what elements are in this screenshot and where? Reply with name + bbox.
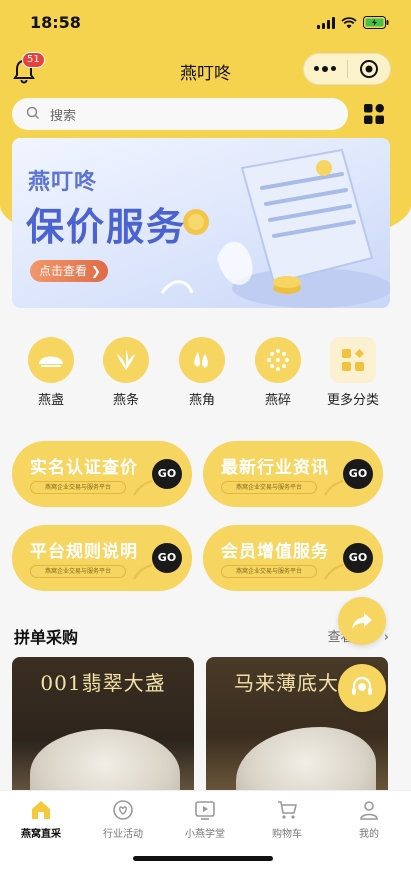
cart-icon bbox=[246, 799, 328, 821]
status-bar: 18:58 bbox=[0, 0, 411, 44]
battery-icon bbox=[363, 16, 389, 29]
tab-label: 购物车 bbox=[272, 829, 302, 840]
product-image bbox=[30, 729, 180, 797]
service-subtitle: 燕窝企业交易与服务平台 bbox=[221, 565, 317, 578]
go-button[interactable]: GO bbox=[343, 543, 373, 573]
profile-icon bbox=[328, 799, 410, 821]
service-card-news[interactable]: 最新行业资讯 燕窝企业交易与服务平台 GO bbox=[203, 441, 383, 507]
more-categories-icon bbox=[330, 337, 376, 383]
promo-banner[interactable]: 燕叮咚 保价服务 点击查看 ❯ bbox=[12, 138, 390, 308]
banner-headline: 保价服务 bbox=[26, 205, 187, 249]
tab-profile[interactable]: 我的 bbox=[328, 799, 410, 840]
product-name: 001翡翠大盏 bbox=[40, 671, 166, 695]
share-button[interactable] bbox=[338, 597, 386, 645]
headset-icon bbox=[352, 676, 372, 695]
category-label: 燕盏 bbox=[37, 393, 64, 408]
service-title: 会员增值服务 bbox=[221, 542, 329, 562]
category-more[interactable]: 更多分类 bbox=[315, 337, 391, 408]
tab-home[interactable]: 燕窝直采 bbox=[0, 799, 82, 840]
product-image bbox=[236, 727, 376, 797]
category-label: 燕碎 bbox=[264, 393, 291, 408]
wifi-icon bbox=[341, 16, 357, 29]
share-icon bbox=[352, 613, 372, 629]
category-horn[interactable]: 燕角 bbox=[164, 337, 240, 408]
miniprogram-capsule bbox=[303, 53, 391, 85]
service-subtitle: 燕窝企业交易与服务平台 bbox=[221, 481, 317, 494]
go-button[interactable]: GO bbox=[152, 543, 182, 573]
nav-bar: 51 燕叮咚 bbox=[0, 50, 411, 90]
tab-academy[interactable]: 小燕学堂 bbox=[164, 799, 246, 840]
tab-cart[interactable]: 购物车 bbox=[246, 799, 328, 840]
go-button[interactable]: GO bbox=[152, 459, 182, 489]
close-miniprogram-icon[interactable] bbox=[347, 59, 390, 79]
category-label: 燕角 bbox=[188, 393, 215, 408]
wheat-decoration-icon bbox=[133, 480, 153, 496]
strip-icon bbox=[103, 337, 149, 383]
video-icon bbox=[164, 799, 246, 821]
service-title: 实名认证查价 bbox=[30, 458, 138, 478]
service-card-membership[interactable]: 会员增值服务 燕窝企业交易与服务平台 GO bbox=[203, 525, 383, 591]
home-icon bbox=[0, 799, 82, 821]
wheat-decoration-icon bbox=[324, 564, 344, 580]
category-grid-icon[interactable] bbox=[364, 104, 384, 124]
banner-view-button[interactable]: 点击查看 ❯ bbox=[30, 260, 108, 282]
status-icons bbox=[317, 16, 389, 29]
customer-service-button[interactable] bbox=[338, 664, 386, 712]
wheat-decoration-icon bbox=[133, 564, 153, 580]
tab-label: 行业活动 bbox=[103, 829, 143, 840]
search-placeholder: 搜索 bbox=[50, 108, 77, 124]
category-row: 燕盏 燕条 燕角 燕碎 更多分类 bbox=[0, 337, 411, 417]
home-indicator bbox=[133, 856, 273, 861]
tab-activities[interactable]: 行业活动 bbox=[82, 799, 164, 840]
more-menu-icon[interactable] bbox=[304, 66, 347, 72]
wheat-decoration-icon bbox=[324, 480, 344, 496]
service-title: 平台规则说明 bbox=[30, 542, 138, 562]
section-title-group-buy: 拼单采购 bbox=[14, 628, 79, 647]
search-icon bbox=[26, 105, 40, 124]
status-time: 18:58 bbox=[30, 13, 81, 32]
fragment-icon bbox=[255, 337, 301, 383]
service-subtitle: 燕窝企业交易与服务平台 bbox=[30, 565, 126, 578]
category-nest[interactable]: 燕盏 bbox=[13, 337, 89, 408]
activity-icon bbox=[82, 799, 164, 821]
tab-label: 我的 bbox=[359, 829, 379, 840]
service-card-verify[interactable]: 实名认证查价 燕窝企业交易与服务平台 GO bbox=[12, 441, 192, 507]
go-button[interactable]: GO bbox=[343, 459, 373, 489]
banner-brand: 燕叮咚 bbox=[28, 170, 98, 195]
category-strip[interactable]: 燕条 bbox=[88, 337, 164, 408]
service-card-rules[interactable]: 平台规则说明 燕窝企业交易与服务平台 GO bbox=[12, 525, 192, 591]
service-subtitle: 燕窝企业交易与服务平台 bbox=[30, 481, 126, 494]
drop-icon bbox=[179, 337, 225, 383]
search-input[interactable]: 搜索 bbox=[12, 98, 348, 130]
category-label: 燕条 bbox=[112, 393, 139, 408]
tab-label: 小燕学堂 bbox=[185, 829, 225, 840]
product-card[interactable]: 001翡翠大盏 bbox=[12, 657, 194, 797]
signal-icon bbox=[317, 16, 335, 29]
category-label: 更多分类 bbox=[326, 393, 379, 408]
service-title: 最新行业资讯 bbox=[221, 458, 329, 478]
nest-icon bbox=[28, 337, 74, 383]
tab-label: 燕窝直采 bbox=[21, 829, 61, 840]
category-fragment[interactable]: 燕碎 bbox=[240, 337, 316, 408]
